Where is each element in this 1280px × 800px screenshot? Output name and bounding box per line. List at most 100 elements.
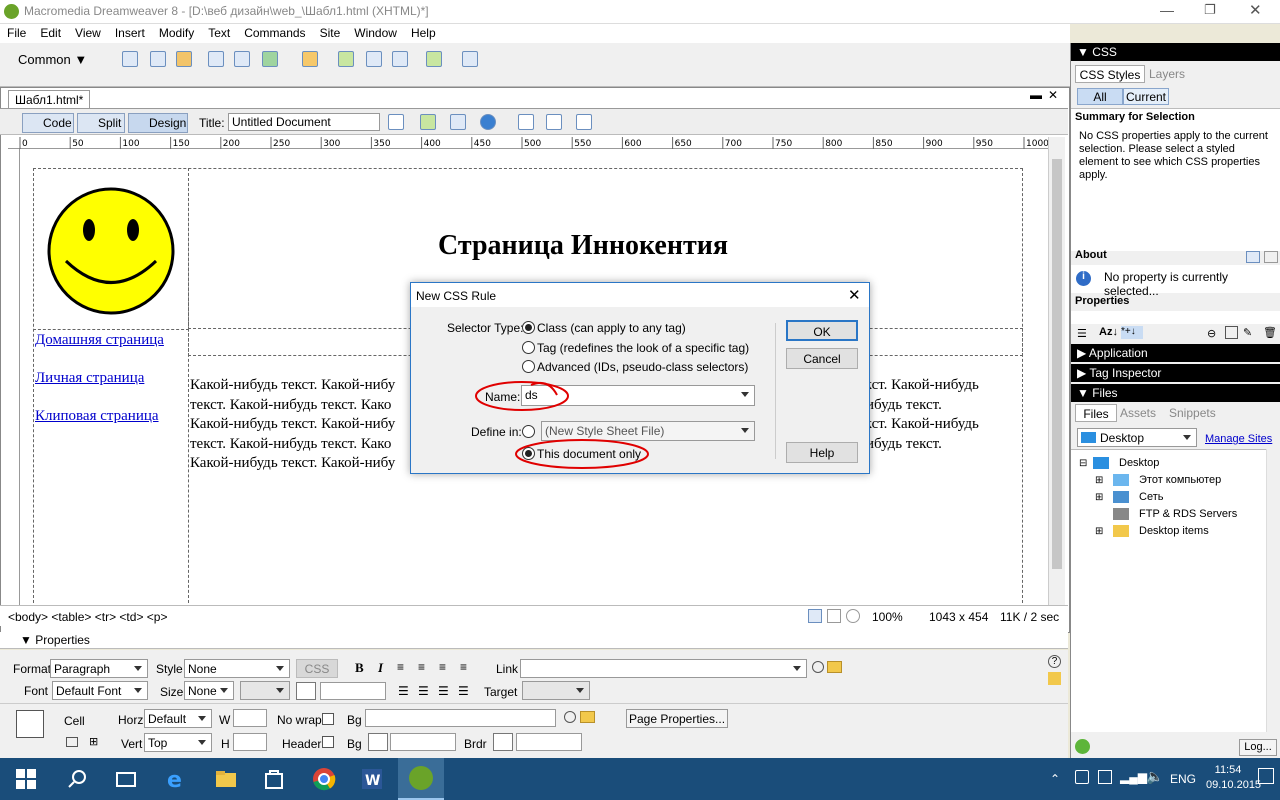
network-tray-icon[interactable]: ▂▄▆: [1120, 770, 1147, 784]
align-left-icon[interactable]: ≡: [397, 660, 404, 674]
format-select[interactable]: Paragraph: [50, 659, 148, 678]
select-tool-icon[interactable]: [808, 609, 822, 623]
email-link-icon[interactable]: [150, 51, 166, 67]
close-icon[interactable]: ✕: [1249, 1, 1262, 19]
list-view-icon[interactable]: [1264, 251, 1278, 263]
quick-tag-editor-icon[interactable]: [1048, 672, 1061, 685]
tag-inspector-panel-header[interactable]: ▶ Tag Inspector: [1071, 364, 1280, 382]
check-browser-icon[interactable]: [388, 114, 404, 130]
dreamweaver-taskbar-button[interactable]: [398, 758, 444, 800]
image-icon[interactable]: [262, 51, 278, 67]
bold-icon[interactable]: B: [355, 660, 364, 676]
restore-icon[interactable]: ❐: [1204, 2, 1216, 18]
split-cell-icon[interactable]: ⊞: [89, 735, 98, 748]
bg-image-input[interactable]: [365, 709, 556, 727]
size-unit-select[interactable]: [240, 681, 290, 700]
link-clips[interactable]: Клиповая страница: [35, 408, 159, 425]
menu-site[interactable]: Site: [313, 24, 348, 40]
files-scrollbar[interactable]: [1266, 449, 1280, 732]
menu-edit[interactable]: Edit: [33, 24, 68, 40]
expand-icon[interactable]: ⊞: [1095, 475, 1103, 486]
new-rule-icon[interactable]: [1225, 326, 1238, 339]
scrollbar-thumb[interactable]: [1052, 159, 1062, 569]
align-center-icon[interactable]: ≡: [418, 660, 425, 674]
css-properties-list[interactable]: [1071, 311, 1280, 324]
tray-chevron-icon[interactable]: ⌃: [1050, 772, 1060, 786]
tab-snippets[interactable]: Snippets: [1169, 406, 1216, 420]
tab-current[interactable]: Current: [1123, 88, 1169, 105]
point-to-file-icon[interactable]: [812, 661, 824, 673]
bg-point-file-icon[interactable]: [564, 711, 576, 723]
document-scrollbar[interactable]: [1048, 137, 1065, 605]
search-icon[interactable]: [64, 765, 92, 793]
head-icon[interactable]: [426, 51, 442, 67]
hyperlink-icon[interactable]: [122, 51, 138, 67]
css-button[interactable]: CSS: [296, 659, 338, 678]
start-windows-icon[interactable]: [12, 765, 40, 793]
unordered-list-icon[interactable]: ☰: [398, 684, 409, 698]
menu-modify[interactable]: Modify: [152, 24, 201, 40]
template-icon[interactable]: [392, 51, 408, 67]
menu-window[interactable]: Window: [347, 24, 404, 40]
media-icon[interactable]: [302, 51, 318, 67]
target-select[interactable]: [522, 681, 590, 700]
text-color-input[interactable]: [320, 682, 386, 700]
tag-chooser-icon[interactable]: [462, 51, 478, 67]
browser-preview-icon[interactable]: [480, 114, 496, 130]
bg-browse-folder-icon[interactable]: [580, 711, 595, 723]
menu-view[interactable]: View: [68, 24, 108, 40]
task-view-icon[interactable]: [112, 765, 140, 793]
preview-icon[interactable]: [450, 114, 466, 130]
expand-icon[interactable]: ⊞: [1095, 492, 1103, 503]
attach-style-icon[interactable]: ⊖: [1207, 327, 1216, 340]
hand-tool-icon[interactable]: [827, 609, 841, 623]
properties-header[interactable]: ▼ Properties: [0, 632, 1068, 649]
browse-folder-icon[interactable]: [827, 661, 842, 673]
named-anchor-icon[interactable]: [176, 51, 192, 67]
cell-width-input[interactable]: [233, 709, 267, 727]
link-personal[interactable]: Личная страница: [35, 370, 144, 387]
delete-icon[interactable]: 🗑: [1263, 326, 1277, 339]
menu-commands[interactable]: Commands: [237, 24, 312, 40]
expand-icon[interactable]: ⊟: [1079, 458, 1087, 469]
design-view-button[interactable]: Design: [128, 113, 188, 133]
tree-item-desktop[interactable]: Desktop: [1119, 457, 1159, 469]
insert-category-select[interactable]: Common ▼: [18, 52, 87, 67]
menu-insert[interactable]: Insert: [108, 24, 152, 40]
minimize-icon[interactable]: —: [1160, 2, 1174, 18]
border-color-swatch[interactable]: [493, 733, 513, 751]
merge-cells-icon[interactable]: [66, 737, 78, 747]
bg-color-swatch[interactable]: [368, 733, 388, 751]
file-explorer-icon[interactable]: [212, 765, 240, 793]
style-select[interactable]: None: [184, 659, 290, 678]
tab-assets[interactable]: Assets: [1120, 406, 1156, 420]
notifications-icon[interactable]: [1258, 768, 1274, 784]
menu-text[interactable]: Text: [201, 24, 237, 40]
align-right-icon[interactable]: ≡: [439, 660, 446, 674]
chrome-icon[interactable]: [310, 765, 338, 793]
zoom-tool-icon[interactable]: [846, 609, 860, 623]
size-select[interactable]: None: [184, 681, 234, 700]
ordered-list-icon[interactable]: ☰: [418, 684, 429, 698]
menu-help[interactable]: Help: [404, 24, 443, 40]
tag-selector[interactable]: <body> <table> <tr> <td> <p>: [8, 610, 167, 624]
link-input[interactable]: [520, 659, 807, 678]
border-color-input[interactable]: [516, 733, 582, 751]
vert-select[interactable]: Top: [144, 733, 212, 752]
volume-icon[interactable]: 🔈: [1146, 768, 1163, 785]
view-options-icon[interactable]: [546, 114, 562, 130]
manage-sites-link[interactable]: Manage Sites: [1205, 433, 1272, 445]
outdent-icon[interactable]: ☰: [438, 684, 449, 698]
cell-height-input[interactable]: [233, 733, 267, 751]
nowrap-checkbox[interactable]: [322, 713, 334, 725]
header-checkbox[interactable]: [322, 736, 334, 748]
help-icon[interactable]: ?: [1048, 655, 1061, 668]
refresh-icon[interactable]: [518, 114, 534, 130]
split-view-button[interactable]: Split: [77, 113, 125, 133]
visual-aids-icon[interactable]: [576, 114, 592, 130]
doc-close-icon[interactable]: ✕: [1048, 88, 1058, 102]
tab-files[interactable]: Files: [1075, 404, 1117, 422]
tab-layers[interactable]: Layers: [1149, 67, 1185, 81]
italic-icon[interactable]: I: [378, 660, 383, 676]
horz-select[interactable]: Default: [144, 709, 212, 728]
